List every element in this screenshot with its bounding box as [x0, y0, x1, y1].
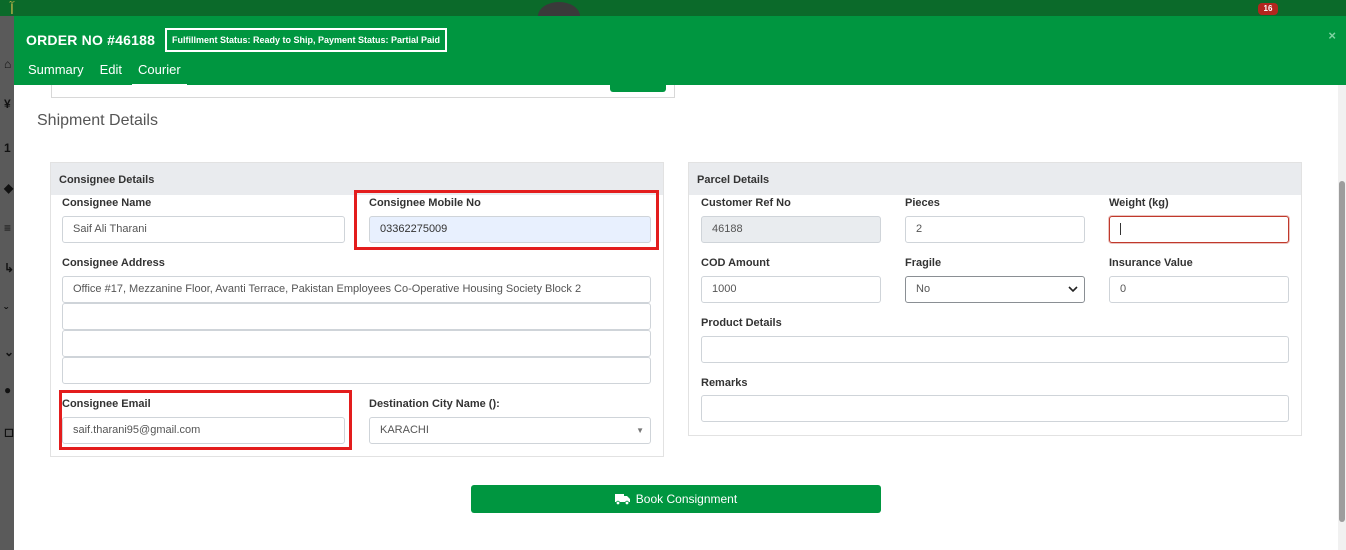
- pieces-label: Pieces: [905, 197, 940, 209]
- insurance-field[interactable]: 0: [1109, 276, 1289, 303]
- section-title: Shipment Details: [37, 112, 158, 129]
- consignee-address-line-2[interactable]: [62, 303, 651, 330]
- order-modal: ORDER NO #46188 Fulfillment Status: Read…: [14, 16, 1346, 550]
- sidebar-icon[interactable]: ⌄: [4, 346, 14, 358]
- tab-edit[interactable]: Edit: [100, 63, 130, 85]
- customer-ref-field: 46188: [701, 216, 881, 243]
- truck-icon: [614, 494, 630, 506]
- cod-amount-field[interactable]: 1000: [701, 276, 881, 303]
- parcel-panel-heading: Parcel Details: [689, 163, 1301, 195]
- sidebar-icon[interactable]: ↳: [4, 262, 14, 274]
- tab-courier[interactable]: Courier: [132, 63, 187, 85]
- order-title: ORDER NO #46188: [26, 32, 156, 48]
- modal-header: ORDER NO #46188 Fulfillment Status: Read…: [14, 16, 1346, 85]
- destination-city-label: Destination City Name ():: [369, 398, 500, 410]
- weight-field[interactable]: [1109, 216, 1289, 243]
- remarks-field[interactable]: [701, 395, 1289, 422]
- dropdown-triangle-icon: ▼: [636, 426, 644, 435]
- previous-section-button[interactable]: [610, 85, 666, 92]
- destination-city-value: KARACHI: [380, 424, 429, 436]
- insurance-label: Insurance Value: [1109, 257, 1193, 269]
- sidebar-icon[interactable]: ◆: [4, 182, 14, 194]
- sidebar-icon[interactable]: ◻: [4, 426, 14, 438]
- destination-city-select[interactable]: KARACHI ▼: [369, 417, 651, 444]
- consignee-address-line-4[interactable]: [62, 357, 651, 384]
- consignee-name-field[interactable]: Saif Ali Tharani: [62, 216, 345, 243]
- book-consignment-button[interactable]: Book Consignment: [471, 485, 881, 513]
- sidebar-icon[interactable]: 1: [4, 142, 14, 154]
- consignee-address-label: Consignee Address: [62, 257, 165, 269]
- highlight-email: [59, 390, 352, 450]
- app-sidebar: ⌂ ¥ 1 ◆ ≡ ↳ ˇ ⌄ ● ◻: [0, 16, 14, 550]
- weight-label: Weight (kg): [1109, 197, 1169, 209]
- close-icon[interactable]: ×: [1328, 28, 1336, 43]
- status-badge: Fulfillment Status: Ready to Ship, Payme…: [165, 28, 448, 52]
- consignee-name-label: Consignee Name: [62, 197, 152, 209]
- fragile-select[interactable]: No: [905, 276, 1085, 303]
- fragile-label: Fragile: [905, 257, 942, 269]
- modal-tabs: Summary Edit Courier: [28, 63, 195, 85]
- consignee-address-line-1[interactable]: Office #17, Mezzanine Floor, Avanti Terr…: [62, 276, 651, 303]
- book-consignment-label: Book Consignment: [635, 492, 738, 506]
- text-cursor: [1120, 223, 1121, 236]
- notification-badge: 16: [1258, 3, 1278, 15]
- app-topbar: [0, 0, 1346, 16]
- highlight-mobile: [354, 190, 659, 250]
- sidebar-icon[interactable]: ˇ: [4, 306, 14, 318]
- fragile-value: No: [916, 283, 931, 295]
- sidebar-icon[interactable]: ¥: [4, 98, 14, 110]
- remarks-label: Remarks: [701, 377, 748, 389]
- sidebar-icon[interactable]: ●: [4, 384, 14, 396]
- tab-summary[interactable]: Summary: [28, 63, 92, 85]
- sidebar-icon[interactable]: ≡: [4, 222, 14, 234]
- previous-section-box: [51, 85, 675, 98]
- scrollbar-thumb[interactable]: [1339, 181, 1345, 522]
- customer-ref-label: Customer Ref No: [701, 197, 791, 209]
- product-details-label: Product Details: [701, 317, 782, 329]
- sidebar-icon[interactable]: ⌂: [4, 58, 14, 70]
- chevron-down-icon: [1068, 277, 1078, 302]
- cod-amount-label: COD Amount: [701, 257, 770, 269]
- product-details-field[interactable]: [701, 336, 1289, 363]
- pieces-field[interactable]: 2: [905, 216, 1085, 243]
- consignee-address-line-3[interactable]: [62, 330, 651, 357]
